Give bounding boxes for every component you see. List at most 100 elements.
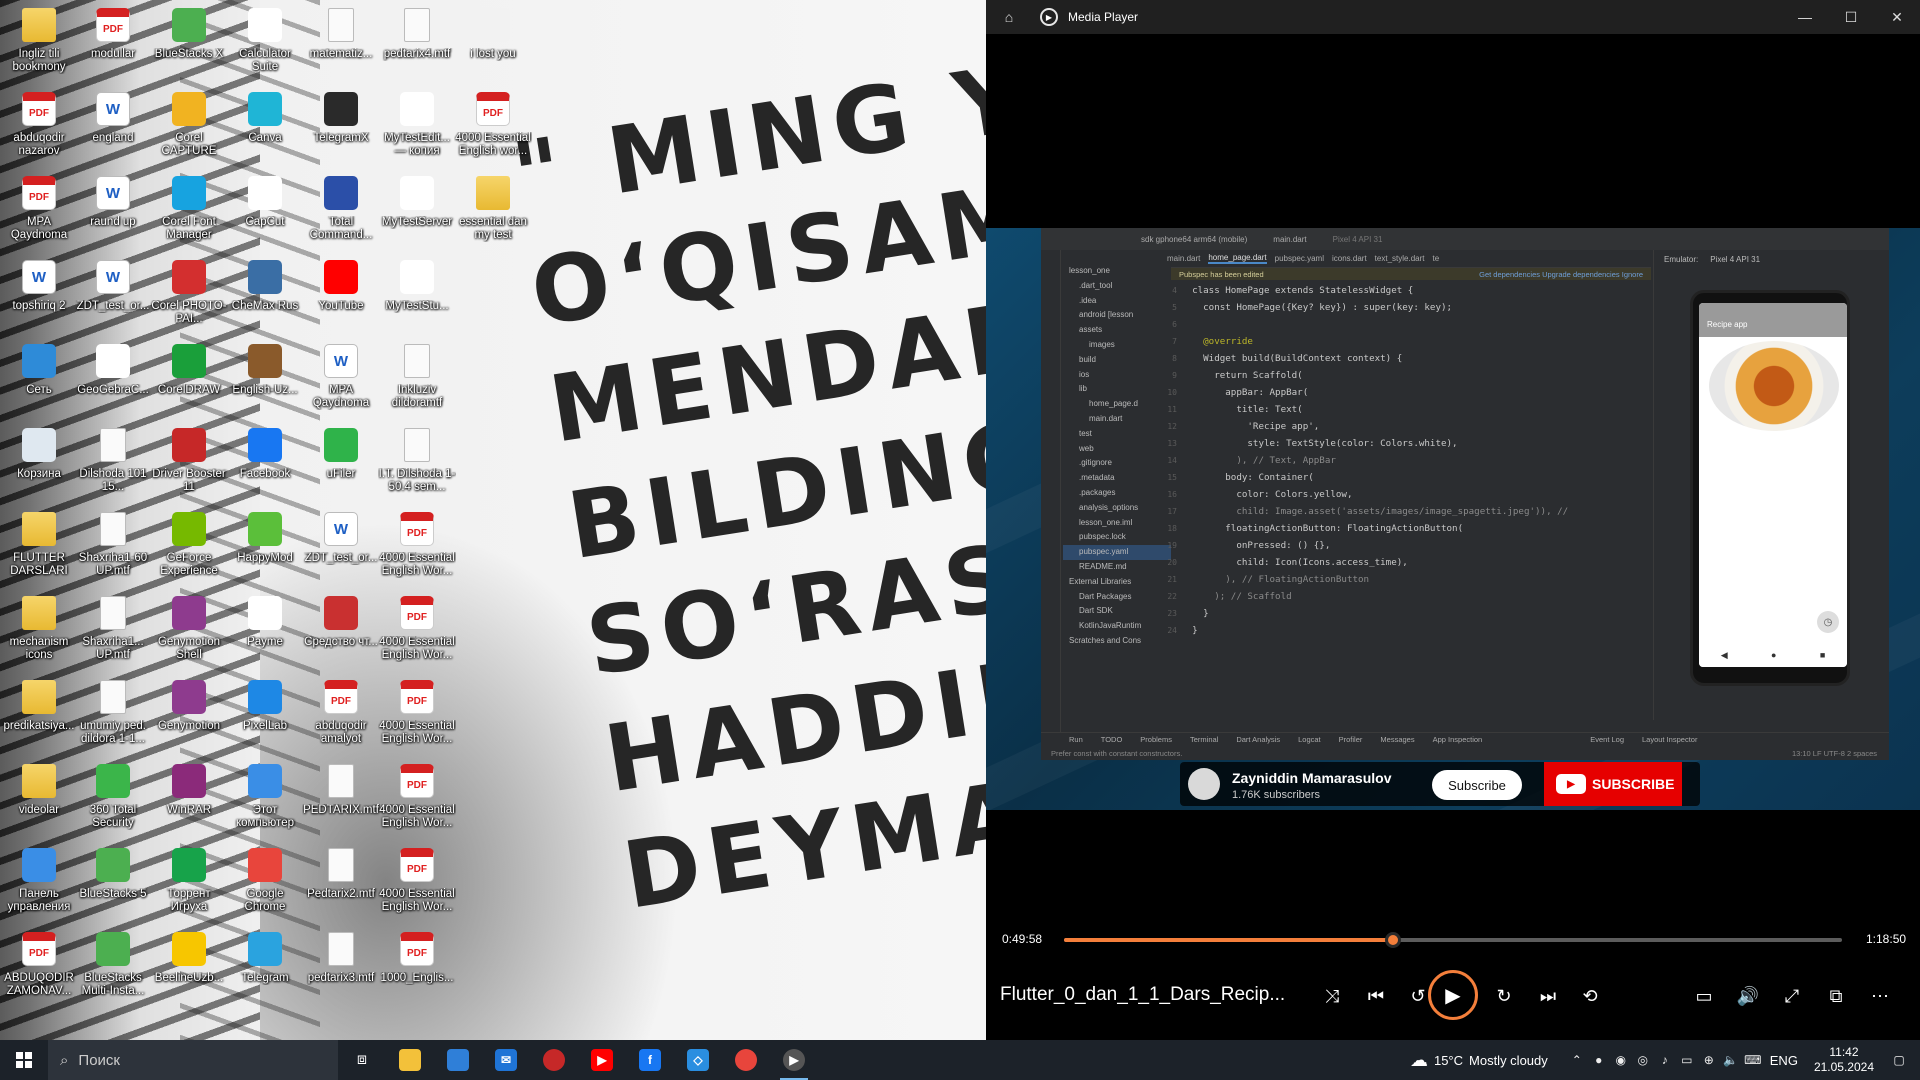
desktop-icon[interactable]: MyTestStu... bbox=[378, 254, 456, 338]
desktop-icon[interactable]: CorelDRAW bbox=[150, 338, 228, 422]
desktop-icon[interactable]: uFiler bbox=[302, 422, 380, 506]
desktop-icon[interactable]: CapCut bbox=[226, 170, 304, 254]
desktop-icon[interactable]: Wengland bbox=[74, 86, 152, 170]
desktop-icon[interactable]: PDF abduqodir amalyot bbox=[302, 674, 380, 758]
desktop-icon[interactable]: Wraund up bbox=[74, 170, 152, 254]
app-tray-icon[interactable]: ● bbox=[1588, 1053, 1610, 1067]
desktop-icon[interactable]: Genymotion bbox=[150, 674, 228, 758]
desktop-icon[interactable]: Telegram bbox=[226, 926, 304, 1010]
home-icon[interactable]: ⌂ bbox=[986, 0, 1032, 34]
desktop-icon[interactable]: BeelineUzb... bbox=[150, 926, 228, 1010]
network-icon[interactable]: ⊕ bbox=[1698, 1053, 1720, 1067]
desktop-icon[interactable]: i lost you bbox=[454, 2, 532, 86]
desktop-icon[interactable]: Payme bbox=[226, 590, 304, 674]
taskbar-app-media-player[interactable]: ▶ bbox=[770, 1040, 818, 1080]
desktop-icon[interactable]: Corel PHOTO-PAI... bbox=[150, 254, 228, 338]
desktop-icon[interactable]: W MPA Qaydnoma bbox=[302, 338, 380, 422]
desktop-icon[interactable]: PDF ABDUQODIR ZAMONAV... bbox=[0, 926, 78, 1010]
desktop-icon[interactable]: PDF 1000_Englis... bbox=[378, 926, 456, 1010]
desktop-icon[interactable]: PDF 4000 Essential English wor... bbox=[454, 86, 532, 170]
desktop-icon[interactable]: PDF 4000 Essential English Wor... bbox=[378, 590, 456, 674]
desktop-icon[interactable]: PDF 4000 Essential English Wor... bbox=[378, 674, 456, 758]
taskbar-app-file-explorer[interactable] bbox=[386, 1040, 434, 1080]
desktop-icon[interactable]: Средство чт... bbox=[302, 590, 380, 674]
start-button[interactable] bbox=[0, 1040, 48, 1080]
desktop-icon[interactable]: GeForce Experience bbox=[150, 506, 228, 590]
desktop-icon[interactable]: PixelLab bbox=[226, 674, 304, 758]
chevron-up-icon[interactable]: ⌃ bbox=[1566, 1053, 1588, 1067]
desktop-icon[interactable]: PDF 4000 Essential English Wor... bbox=[378, 842, 456, 926]
desktop-icon[interactable]: Ingliz tili bookmony bbox=[0, 2, 78, 86]
security-icon[interactable]: ◉ bbox=[1610, 1053, 1632, 1067]
miniplayer-button[interactable]: ⧉ bbox=[1818, 980, 1854, 1012]
desktop-icon[interactable]: Этот компьютер bbox=[226, 758, 304, 842]
volume-button[interactable]: 🔊 bbox=[1730, 980, 1766, 1012]
seek-thumb[interactable] bbox=[1384, 932, 1401, 948]
desktop-icon[interactable]: I.T. Dilshoda 1-50.4 sem... bbox=[378, 422, 456, 506]
desktop-icon[interactable]: essential dan my test bbox=[454, 170, 532, 254]
play-button[interactable]: ▶ bbox=[1428, 970, 1478, 1020]
camera-icon[interactable]: ◎ bbox=[1632, 1053, 1654, 1067]
desktop-icon[interactable]: Inkluziv dildoramtf bbox=[378, 338, 456, 422]
seek-track[interactable] bbox=[1064, 932, 1842, 948]
close-button[interactable]: ✕ bbox=[1874, 0, 1920, 34]
desktop-icon[interactable]: English-Uz... bbox=[226, 338, 304, 422]
desktop-icon[interactable]: Google Chrome bbox=[226, 842, 304, 926]
shuffle-button[interactable]: ⤨ bbox=[1314, 980, 1350, 1012]
desktop-icon[interactable]: Сеть bbox=[0, 338, 78, 422]
desktop-icon[interactable]: BlueStacks X bbox=[150, 2, 228, 86]
weather-widget[interactable]: ☁ 15°C Mostly cloudy bbox=[1410, 1050, 1548, 1071]
taskbar-app-youtube[interactable]: ▶ bbox=[578, 1040, 626, 1080]
captions-button[interactable]: ▭ bbox=[1686, 980, 1722, 1012]
desktop-icon[interactable]: MyTestEdit... — копия bbox=[378, 86, 456, 170]
desktop-icon[interactable]: Pedtarix2.mtf bbox=[302, 842, 380, 926]
taskbar-app-facebook[interactable]: f bbox=[626, 1040, 674, 1080]
desktop-icon[interactable]: Canva bbox=[226, 86, 304, 170]
repeat-button[interactable]: ⟲ bbox=[1572, 980, 1608, 1012]
desktop-icon[interactable]: MyTestServer bbox=[378, 170, 456, 254]
desktop-icon[interactable]: FLUTTER DARSLARI bbox=[0, 506, 78, 590]
desktop-icon[interactable]: CheMax Rus bbox=[226, 254, 304, 338]
desktop-icon[interactable]: Calculator Suite bbox=[226, 2, 304, 86]
desktop-icon[interactable]: pedtarix4.mtf bbox=[378, 2, 456, 86]
taskbar-search[interactable]: ⌕ Поиск bbox=[48, 1040, 338, 1080]
desktop-icon[interactable]: Dilshoda 101 15... bbox=[74, 422, 152, 506]
desktop-icon[interactable]: BlueStacks Multi-Insta... bbox=[74, 926, 152, 1010]
display-icon[interactable]: ▭ bbox=[1676, 1053, 1698, 1067]
desktop-icon[interactable]: predikatsiya... bbox=[0, 674, 78, 758]
desktop-icon[interactable]: PDF 4000 Essential English Wor... bbox=[378, 758, 456, 842]
desktop-icon[interactable]: BlueStacks 5 bbox=[74, 842, 152, 926]
desktop-icon[interactable]: Corel CAPTURE bbox=[150, 86, 228, 170]
desktop-icon[interactable]: WinRAR bbox=[150, 758, 228, 842]
desktop-icon[interactable]: Панель управления bbox=[0, 842, 78, 926]
language-indicator[interactable]: ENG bbox=[1770, 1053, 1798, 1068]
taskbar-app-vs-code[interactable]: ◇ bbox=[674, 1040, 722, 1080]
fullscreen-button[interactable]: ⤢ bbox=[1774, 980, 1810, 1012]
skip-forward-button[interactable]: ↻ bbox=[1486, 980, 1522, 1012]
desktop-icon[interactable]: Shaxriha1-60 UP.mtf bbox=[74, 506, 152, 590]
desktop-icon[interactable]: PEDTARIX.mtf bbox=[302, 758, 380, 842]
desktop-icon[interactable]: Wtopshiriq 2 bbox=[0, 254, 78, 338]
more-options-button[interactable]: ⋯ bbox=[1862, 980, 1898, 1012]
desktop-icon[interactable]: PDF 4000 Essential English Wor... bbox=[378, 506, 456, 590]
taskbar-app-chrome[interactable] bbox=[722, 1040, 770, 1080]
desktop-icon[interactable]: PDF abduqodir nazarov bbox=[0, 86, 78, 170]
microphone-icon[interactable]: ♪ bbox=[1654, 1053, 1676, 1067]
taskbar-app-driver-booster[interactable] bbox=[530, 1040, 578, 1080]
desktop-icon[interactable]: Genymotion Shell bbox=[150, 590, 228, 674]
desktop-icon[interactable]: mechanism icons bbox=[0, 590, 78, 674]
previous-button[interactable]: ⏮ bbox=[1358, 980, 1394, 1012]
minimize-button[interactable]: — bbox=[1782, 0, 1828, 34]
desktop-icon[interactable]: GeoGebraC... bbox=[74, 338, 152, 422]
clock[interactable]: 11:42 21.05.2024 bbox=[1814, 1045, 1874, 1075]
taskbar-app-microsoft-store[interactable] bbox=[434, 1040, 482, 1080]
desktop-icon[interactable]: Торрент Игруха bbox=[150, 842, 228, 926]
desktop-icon[interactable]: Corel Font Manager bbox=[150, 170, 228, 254]
keyboard-icon[interactable]: ⌨ bbox=[1742, 1053, 1764, 1067]
maximize-button[interactable]: ☐ bbox=[1828, 0, 1874, 34]
desktop-icon[interactable]: matematiz... bbox=[302, 2, 380, 86]
desktop-icon[interactable]: TelegramX bbox=[302, 86, 380, 170]
desktop-icon[interactable]: HappyMod bbox=[226, 506, 304, 590]
notifications-icon[interactable]: ▢ bbox=[1888, 1053, 1910, 1067]
desktop-icon[interactable]: PDF MPA Qaydnoma bbox=[0, 170, 78, 254]
